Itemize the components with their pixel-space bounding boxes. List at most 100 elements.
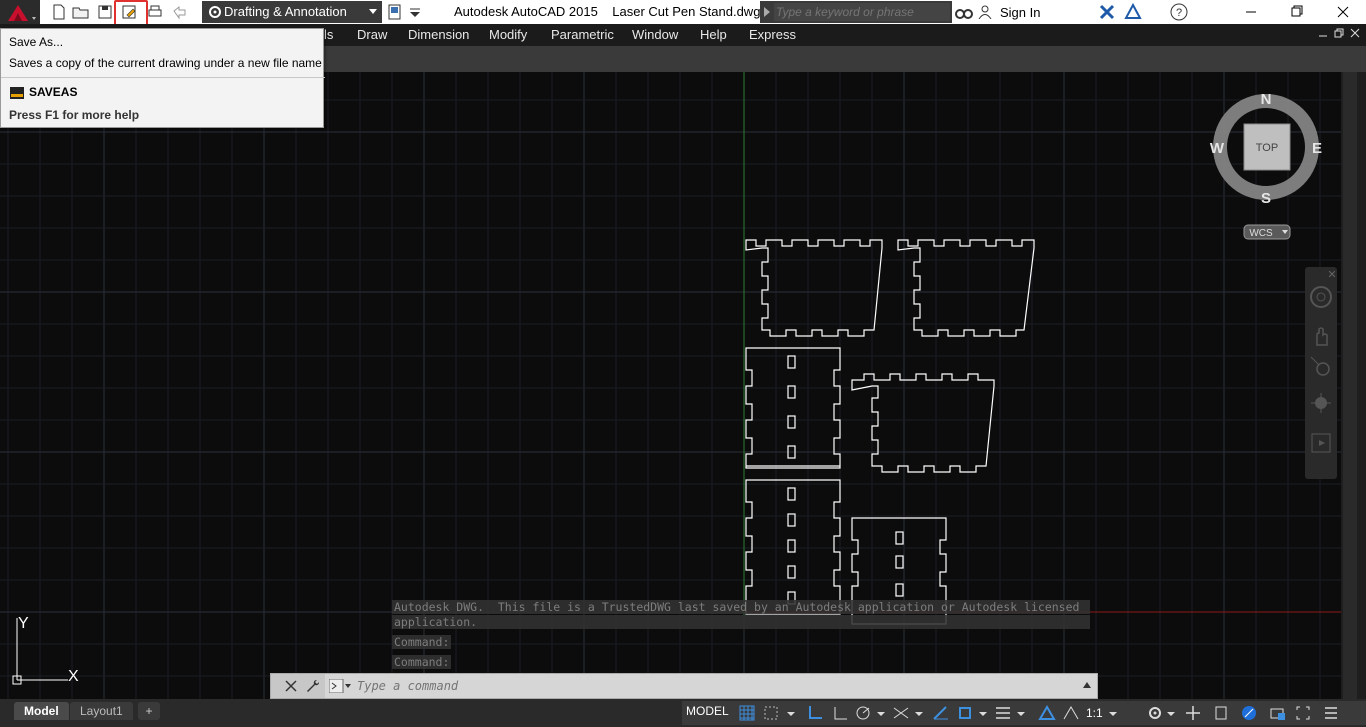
annotation-scale[interactable]: 1:1: [1086, 706, 1103, 720]
menu-express[interactable]: Express: [749, 27, 796, 42]
chevron-down-icon[interactable]: [786, 704, 804, 722]
svg-text:?: ?: [1176, 7, 1182, 19]
compass-east[interactable]: E: [1312, 140, 1322, 157]
autocad-logo-icon: [8, 5, 36, 21]
a360-icon[interactable]: [1124, 3, 1142, 21]
restore-button[interactable]: [1274, 0, 1320, 24]
menu-draw[interactable]: Draw: [357, 27, 387, 42]
ortho-icon[interactable]: [832, 704, 850, 722]
chevron-down-icon[interactable]: [914, 704, 932, 722]
tab-layout1[interactable]: Layout1: [70, 702, 133, 720]
compass-south[interactable]: S: [1261, 190, 1271, 207]
search-box[interactable]: [760, 1, 952, 23]
tooltip-help: Press F1 for more help: [9, 108, 140, 122]
chevron-down-icon[interactable]: [1166, 704, 1184, 722]
minimize-button[interactable]: [1228, 0, 1274, 24]
plot-icon[interactable]: [146, 3, 164, 21]
wrench-icon[interactable]: [305, 679, 319, 693]
part-side-1: [745, 347, 841, 469]
slot: [787, 487, 796, 501]
window-title: Autodesk AutoCAD 2015 Laser Cut Pen Stan…: [454, 4, 760, 19]
wcs-label: WCS: [1249, 228, 1273, 239]
polar-tracking-icon[interactable]: [854, 704, 872, 722]
hardware-acceleration-icon[interactable]: [1268, 704, 1286, 722]
plus-icon[interactable]: [1184, 704, 1202, 722]
open-icon[interactable]: [72, 3, 90, 21]
sign-in-link[interactable]: Sign In: [1000, 5, 1040, 20]
isodraft-icon[interactable]: [892, 704, 910, 722]
object-snap-icon[interactable]: [956, 704, 974, 722]
command-history-line: Command:: [392, 635, 452, 649]
help-icon[interactable]: ?: [1170, 3, 1188, 21]
compass-west[interactable]: W: [1210, 140, 1225, 157]
menu-dimension[interactable]: Dimension: [408, 27, 469, 42]
command-history-line: application.: [392, 615, 1090, 629]
close-window-button[interactable]: [1320, 0, 1366, 24]
snap-icon[interactable]: [762, 704, 780, 722]
viewcube[interactable]: N S E W TOP WCS: [1206, 88, 1330, 244]
orbit-icon[interactable]: [1309, 391, 1333, 415]
binoculars-icon[interactable]: [955, 3, 973, 21]
model-space-button[interactable]: MODEL: [686, 704, 729, 718]
app-name: Autodesk AutoCAD 2015: [454, 4, 598, 19]
share-icon[interactable]: [386, 3, 404, 21]
quick-properties-icon[interactable]: [1212, 704, 1230, 722]
vertical-scrollbar[interactable]: [1341, 72, 1366, 699]
doc-minimize-icon[interactable]: [1318, 28, 1328, 38]
menu-help[interactable]: Help: [700, 27, 727, 42]
command-line-controls: [271, 674, 325, 698]
chevron-down-icon[interactable]: [1108, 704, 1126, 722]
title-bar: Drafting & Annotation Autodesk AutoCAD 2…: [0, 0, 1366, 34]
chevron-down-icon[interactable]: [1016, 704, 1034, 722]
clean-screen-icon[interactable]: [1294, 704, 1312, 722]
showmotion-icon[interactable]: [1309, 431, 1333, 455]
customization-menu-icon[interactable]: [1322, 704, 1340, 722]
grid-icon[interactable]: [738, 704, 756, 722]
pan-icon[interactable]: [1309, 325, 1333, 349]
object-snap-tracking-icon[interactable]: [932, 704, 950, 722]
menu-tools[interactable]: ls: [324, 27, 333, 42]
navigation-bar: [1305, 267, 1337, 479]
menu-modify[interactable]: Modify: [489, 27, 527, 42]
workspace-dropdown[interactable]: Drafting & Annotation: [202, 1, 382, 23]
doc-close-icon[interactable]: [1350, 28, 1360, 38]
viewcube-face-label: TOP: [1256, 142, 1278, 154]
workspace-label: Drafting & Annotation: [224, 4, 347, 19]
search-input[interactable]: [774, 3, 950, 21]
auto-scale-icon[interactable]: [1062, 704, 1080, 722]
application-menu-button[interactable]: [0, 0, 40, 24]
scroll-thumb[interactable]: [1343, 72, 1357, 699]
add-layout-button[interactable]: +: [138, 702, 160, 720]
undo-icon[interactable]: [170, 3, 188, 21]
qat-customize-icon[interactable]: [406, 3, 424, 21]
menu-window[interactable]: Window: [632, 27, 678, 42]
infer-constraints-icon[interactable]: [806, 704, 824, 722]
annotation-visibility-icon[interactable]: [1038, 704, 1056, 722]
zoom-extents-icon[interactable]: [1309, 355, 1333, 379]
tab-model[interactable]: Model: [14, 702, 69, 720]
chevron-down-icon: [369, 9, 377, 14]
command-history-line: Autodesk DWG. This file is a TrustedDWG …: [392, 600, 1090, 614]
isolate-objects-icon[interactable]: [1240, 704, 1258, 722]
gear-icon: [209, 6, 221, 18]
new-icon[interactable]: [50, 3, 68, 21]
status-bar: MODEL 1:1: [682, 701, 1366, 725]
gear-icon[interactable]: [1146, 704, 1164, 722]
close-icon[interactable]: [1329, 271, 1335, 277]
steering-wheel-icon[interactable]: [1309, 285, 1333, 309]
command-input[interactable]: [357, 677, 1077, 695]
ucs-y-label: Y: [18, 615, 29, 632]
save-icon[interactable]: [96, 3, 114, 21]
lineweight-icon[interactable]: [994, 704, 1012, 722]
command-prompt-icon[interactable]: [329, 679, 351, 693]
slot: [895, 531, 904, 545]
command-icon: [10, 87, 24, 99]
saveas-tooltip: Save As... Saves a copy of the current d…: [0, 28, 325, 128]
compass-north[interactable]: N: [1261, 91, 1272, 108]
tooltip-title: Save As...: [9, 35, 64, 49]
close-icon[interactable]: [285, 680, 297, 692]
menu-parametric[interactable]: Parametric: [551, 27, 614, 42]
chevron-up-icon[interactable]: [1083, 682, 1091, 688]
doc-restore-icon[interactable]: [1334, 28, 1344, 38]
exchange-icon[interactable]: [1098, 3, 1116, 21]
